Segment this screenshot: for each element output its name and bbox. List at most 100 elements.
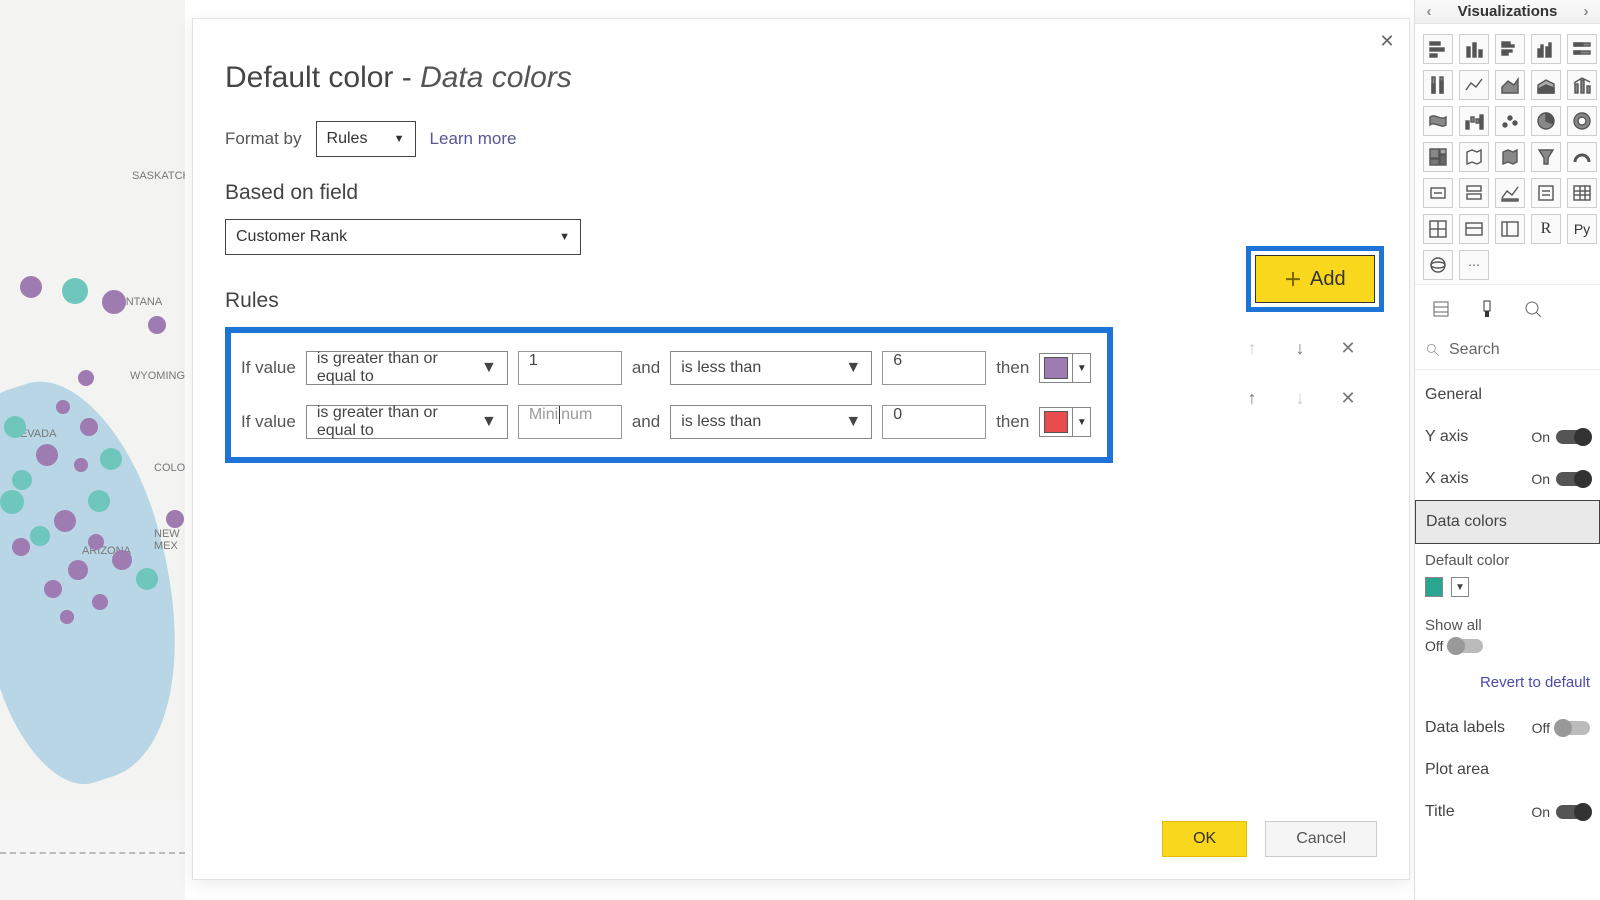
map-dot: [20, 276, 42, 298]
ok-button[interactable]: OK: [1162, 821, 1247, 857]
hundred-stacked-bar-icon[interactable]: [1567, 34, 1597, 64]
add-label: Add: [1310, 268, 1346, 291]
close-icon[interactable]: ✕: [1375, 29, 1399, 53]
add-rule-button[interactable]: ＋ Add: [1255, 255, 1375, 303]
rule-color-picker[interactable]: ▼: [1039, 353, 1091, 383]
rule-op2-select[interactable]: is less than▼: [670, 405, 872, 439]
funnel-icon[interactable]: [1531, 142, 1561, 172]
gauge-icon[interactable]: [1567, 142, 1597, 172]
map-dot: [4, 416, 26, 438]
data-colors-dialog: ✕ Default color - Data colors Format by …: [192, 18, 1410, 880]
map-dot: [12, 538, 30, 556]
delete-rule-icon[interactable]: ✕: [1338, 388, 1358, 409]
chevron-right-icon[interactable]: ›: [1578, 3, 1594, 20]
more-visuals-icon[interactable]: ⋯: [1459, 250, 1489, 280]
revert-to-default-link[interactable]: Revert to default: [1415, 666, 1600, 707]
toggle-title[interactable]: On: [1531, 804, 1590, 820]
map-dot: [60, 610, 74, 624]
prop-datacolors[interactable]: Data colors: [1415, 500, 1600, 544]
donut-chart-icon[interactable]: [1567, 106, 1597, 136]
multi-row-card-icon[interactable]: [1459, 178, 1489, 208]
based-on-field-label: Based on field: [225, 181, 1369, 205]
arcgis-map-icon[interactable]: [1423, 250, 1453, 280]
format-by-select[interactable]: Rules ▼: [316, 121, 416, 157]
filled-map-icon[interactable]: [1495, 142, 1525, 172]
rule-color-picker[interactable]: ▼: [1039, 407, 1091, 437]
format-tab-icon[interactable]: [1477, 299, 1497, 325]
rule-then-label: then: [996, 412, 1029, 432]
stacked-area-chart-icon[interactable]: [1531, 70, 1561, 100]
map-dot: [88, 490, 110, 512]
toggle-showall[interactable]: Off: [1425, 638, 1483, 654]
python-script-icon[interactable]: Py: [1567, 214, 1597, 244]
move-down-icon[interactable]: ↓: [1290, 388, 1310, 409]
map-icon[interactable]: [1459, 142, 1489, 172]
prop-yaxis[interactable]: Y axis On: [1415, 416, 1600, 458]
table-visual-icon[interactable]: [1459, 214, 1489, 244]
map-dot: [136, 568, 158, 590]
analytics-tab-icon[interactable]: [1523, 299, 1543, 325]
move-up-icon[interactable]: ↑: [1242, 388, 1262, 409]
card-icon[interactable]: [1423, 178, 1453, 208]
rule-row: If value is greater than or equal to▼ Mi…: [239, 395, 1099, 449]
chevron-down-icon: ▼: [1451, 577, 1469, 597]
prop-datalabels[interactable]: Data labels Off: [1415, 707, 1600, 749]
format-by-label: Format by: [225, 129, 302, 149]
map-label: COLOF: [154, 462, 185, 474]
fields-tab-icon[interactable]: [1431, 299, 1451, 325]
prop-general[interactable]: General: [1415, 374, 1600, 416]
prop-plotarea[interactable]: Plot area: [1415, 749, 1600, 791]
area-chart-icon[interactable]: [1495, 70, 1525, 100]
map-dot: [80, 418, 98, 436]
rule-value1-input[interactable]: Mininum: [518, 405, 622, 439]
dialog-footer: OK Cancel: [1162, 821, 1377, 857]
rule-value2-input[interactable]: 0: [882, 405, 986, 439]
matrix-icon[interactable]: [1423, 214, 1453, 244]
move-up-icon[interactable]: ↑: [1242, 338, 1262, 359]
move-down-icon[interactable]: ↓: [1290, 338, 1310, 359]
pie-chart-icon[interactable]: [1531, 106, 1561, 136]
ribbon-chart-icon[interactable]: [1423, 106, 1453, 136]
map-background: SASKATCH MONTANA WYOMING NEVADA ARIZONA …: [0, 0, 185, 900]
rule-op2-select[interactable]: is less than▼: [670, 351, 872, 385]
chevron-left-icon[interactable]: ‹: [1421, 3, 1437, 20]
r-script-icon[interactable]: R: [1531, 214, 1561, 244]
stacked-bar-chart-icon[interactable]: [1423, 34, 1453, 64]
kpi-icon[interactable]: [1495, 178, 1525, 208]
toggle-xaxis[interactable]: On: [1531, 471, 1590, 487]
rule-op1-select[interactable]: is greater than or equal to▼: [306, 405, 508, 439]
treemap-icon[interactable]: [1423, 142, 1453, 172]
based-on-field-select[interactable]: Customer Rank ▼: [225, 219, 581, 255]
rule-value1-input[interactable]: 1: [518, 351, 622, 385]
learn-more-link[interactable]: Learn more: [430, 129, 517, 149]
chevron-down-icon: ▼: [845, 359, 861, 377]
rule-op1-select[interactable]: is greater than or equal to▼: [306, 351, 508, 385]
text-cursor: [559, 406, 560, 424]
search-input[interactable]: Search: [1415, 335, 1600, 370]
waterfall-chart-icon[interactable]: [1459, 106, 1489, 136]
rule-if-label: If value: [241, 412, 296, 432]
clustered-column-chart-icon[interactable]: [1531, 34, 1561, 64]
delete-rule-icon[interactable]: ✕: [1338, 338, 1358, 359]
default-color-picker[interactable]: ▼: [1415, 573, 1600, 609]
map-label: WYOMING: [130, 370, 185, 382]
visualizations-title: Visualizations: [1458, 3, 1558, 20]
map-dot: [0, 490, 24, 514]
toggle-datalabels[interactable]: Off: [1532, 720, 1590, 736]
prop-showall[interactable]: Off: [1415, 638, 1600, 666]
rule-value2-input[interactable]: 6: [882, 351, 986, 385]
line-stacked-column-icon[interactable]: [1567, 70, 1597, 100]
cancel-button[interactable]: Cancel: [1265, 821, 1377, 857]
clustered-bar-chart-icon[interactable]: [1495, 34, 1525, 64]
hundred-stacked-column-icon[interactable]: [1423, 70, 1453, 100]
matrix-visual-icon[interactable]: [1495, 214, 1525, 244]
stacked-column-chart-icon[interactable]: [1459, 34, 1489, 64]
toggle-yaxis[interactable]: On: [1531, 429, 1590, 445]
line-chart-icon[interactable]: [1459, 70, 1489, 100]
prop-title[interactable]: Title On: [1415, 791, 1600, 833]
map-dot: [74, 458, 88, 472]
prop-xaxis[interactable]: X axis On: [1415, 458, 1600, 500]
slicer-icon[interactable]: [1531, 178, 1561, 208]
scatter-chart-icon[interactable]: [1495, 106, 1525, 136]
table-icon[interactable]: [1567, 178, 1597, 208]
